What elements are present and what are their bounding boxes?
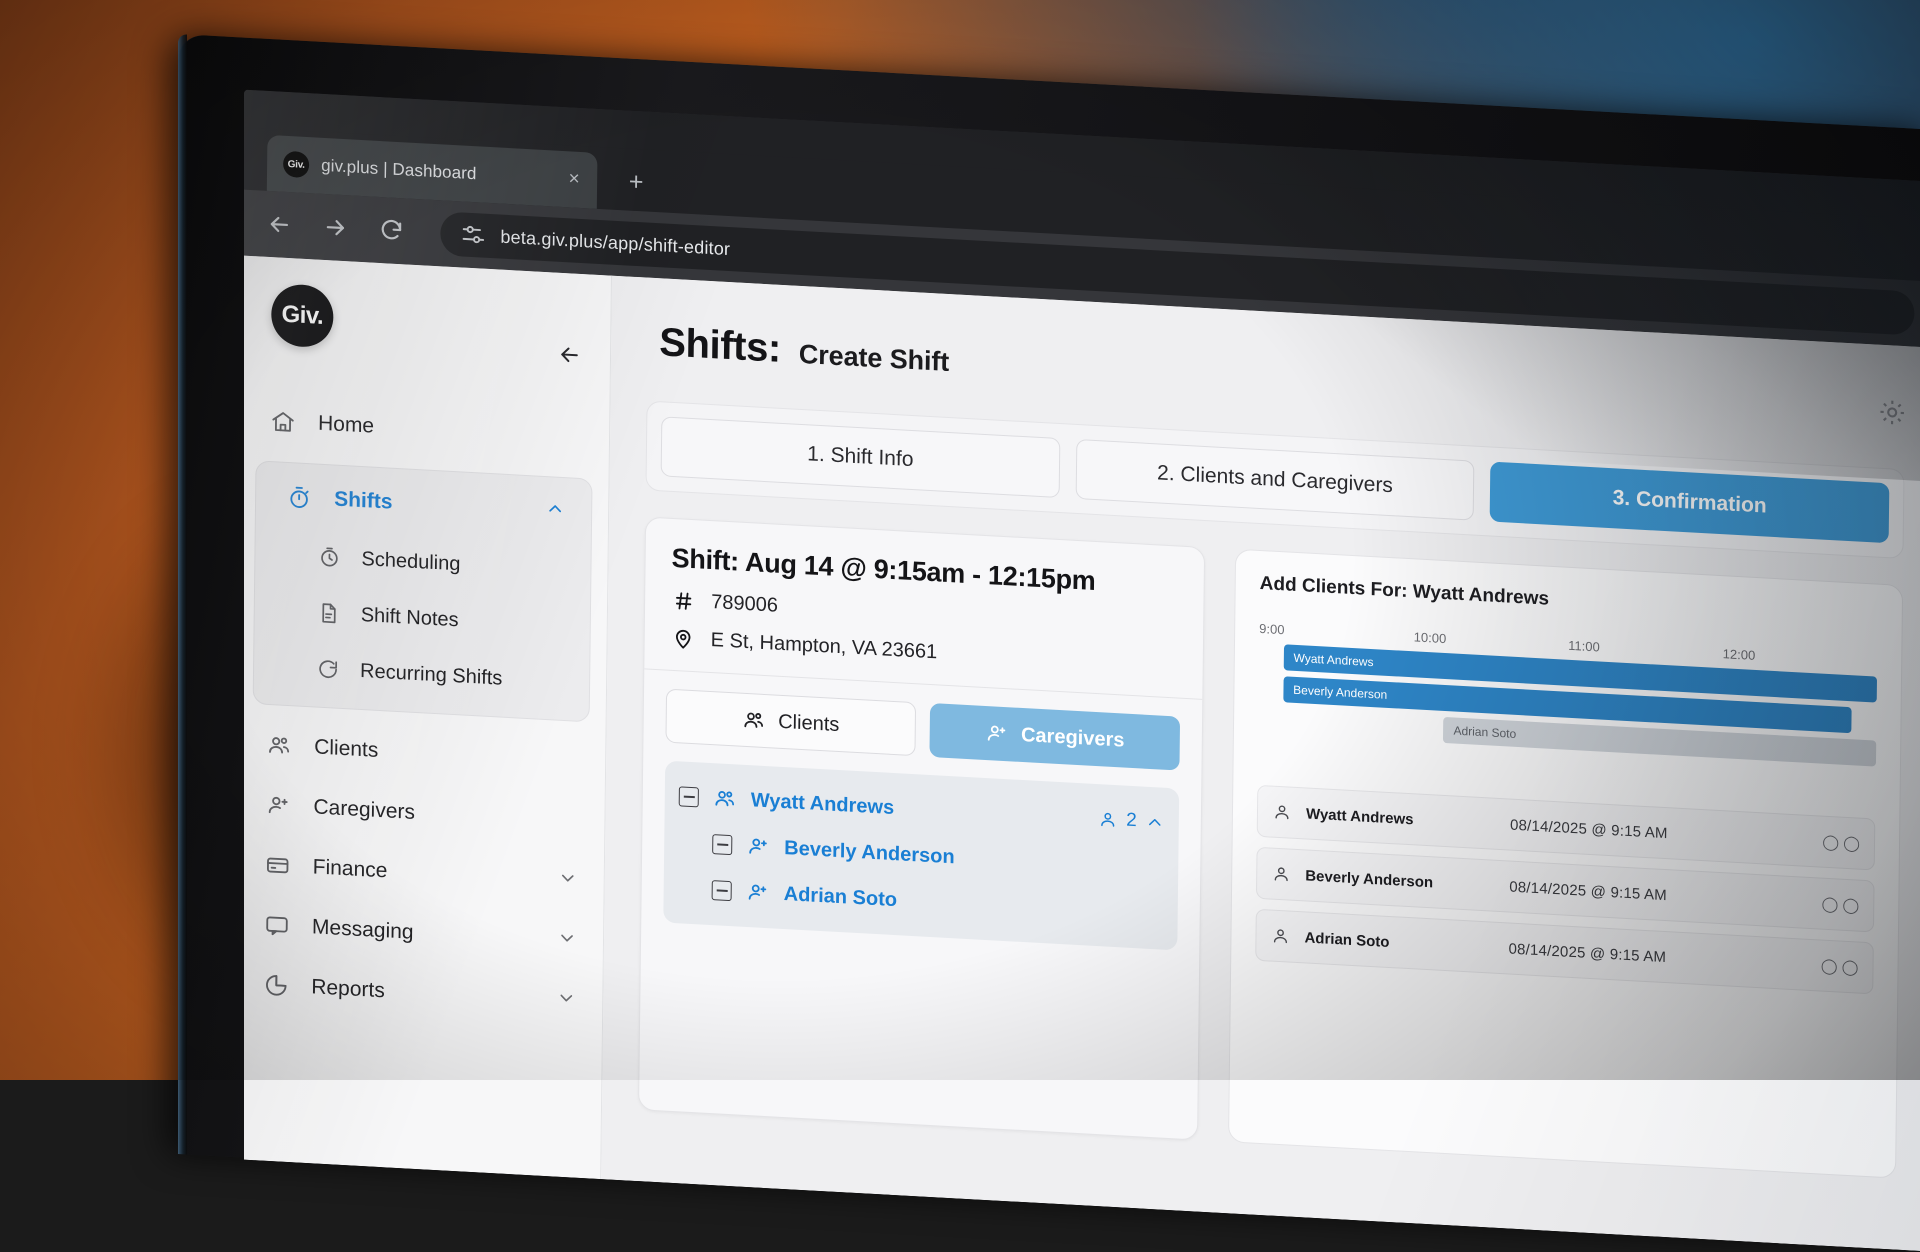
toggle-caregivers-button[interactable]: Caregivers [929, 703, 1180, 771]
add-clients-title: Add Clients For: Wyatt Andrews [1260, 573, 1878, 629]
chat-icon [264, 912, 290, 939]
sidebar-item-label: Caregivers [313, 795, 415, 825]
sidebar-item-label: Reports [311, 975, 385, 1003]
refresh-icon [316, 657, 340, 682]
list-item-name: Adrian Soto [1304, 929, 1494, 956]
toggle-clients-label: Clients [778, 710, 839, 736]
chevron-down-icon[interactable] [557, 928, 577, 955]
list-item-name: Wyatt Andrews [1306, 805, 1496, 832]
list-item-name: Beverly Anderson [1305, 867, 1495, 894]
tab-confirmation[interactable]: 3. Confirmation [1490, 462, 1889, 544]
person-add-icon [746, 880, 770, 905]
row-actions[interactable]: ◯ ◯ [1822, 833, 1860, 853]
tune-icon[interactable] [460, 221, 486, 248]
document-icon [317, 601, 341, 626]
tree-row-name: Beverly Anderson [784, 837, 955, 869]
shift-location-value: E St, Hampton, VA 23661 [711, 629, 938, 664]
add-clients-panel: Add Clients For: Wyatt Andrews 9:00 10:0… [1228, 549, 1903, 1179]
stopwatch-icon [286, 484, 312, 511]
chevron-down-icon[interactable] [558, 868, 578, 895]
axis-tick: 12:00 [1723, 646, 1878, 669]
url-text: beta.giv.plus/app/shift-editor [500, 226, 730, 260]
reload-icon[interactable] [376, 215, 406, 247]
shift-id-value: 789006 [711, 591, 778, 618]
tab-title: giv.plus | Dashboard [321, 156, 477, 184]
home-icon [270, 408, 296, 435]
app-logo[interactable]: Giv. [271, 283, 334, 348]
person-add-icon [985, 721, 1009, 746]
content-row: Shift: Aug 14 @ 9:15am - 12:15pm 789006 [602, 489, 1920, 1181]
tree-row-name: Adrian Soto [784, 883, 898, 912]
sidebar-item-label: Clients [314, 735, 378, 762]
sidebar-nav: Home Shifts [244, 389, 609, 1033]
person-icon [1098, 809, 1118, 830]
sidebar-subitem-label: Scheduling [361, 548, 460, 576]
person-icon [1272, 802, 1292, 823]
sidebar-item-label: Home [318, 412, 374, 439]
chevron-down-icon[interactable] [556, 988, 576, 1015]
tree-row-meta: 2 [1098, 808, 1165, 834]
toggle-clients-button[interactable]: Clients [665, 689, 916, 757]
list-item-time: 08/14/2025 @ 9:15 AM [1508, 940, 1666, 966]
page-title-primary: Shifts: [659, 320, 781, 372]
row-actions[interactable]: ◯ ◯ [1821, 895, 1859, 915]
list-item-time: 08/14/2025 @ 9:15 AM [1509, 878, 1667, 904]
arrow-left-icon[interactable] [264, 209, 294, 241]
caregiver-tree: Wyatt Andrews 2 [663, 761, 1179, 951]
pie-chart-icon [263, 972, 289, 999]
card-icon [265, 852, 291, 879]
sidebar: Giv. Home [244, 255, 612, 1179]
collapse-toggle-icon[interactable] [712, 880, 732, 901]
people-icon [713, 786, 737, 811]
sidebar-subitem-label: Recurring Shifts [360, 659, 503, 690]
tab-clients-and-caregivers[interactable]: 2. Clients and Caregivers [1075, 439, 1474, 521]
availability-timeline: 9:00 10:00 11:00 12:00 Wyatt Andrews Bev… [1257, 621, 1877, 805]
sidebar-item-label: Shifts [334, 488, 393, 515]
close-icon[interactable]: × [563, 168, 585, 191]
tab-shift-info[interactable]: 1. Shift Info [661, 416, 1060, 498]
axis-tick: 10:00 [1414, 629, 1569, 652]
sidebar-collapse-button[interactable] [554, 339, 584, 371]
person-add-icon [746, 834, 770, 859]
people-icon [742, 708, 766, 733]
person-icon [1270, 926, 1290, 947]
sidebar-item-home[interactable]: Home [244, 389, 609, 469]
tree-row-count: 2 [1126, 810, 1137, 833]
gear-icon[interactable] [1877, 397, 1907, 429]
collapse-toggle-icon[interactable] [679, 786, 699, 807]
sidebar-subitem-label: Shift Notes [361, 603, 459, 631]
sidebar-group-shifts: Shifts Scheduling [253, 460, 593, 722]
sidebar-item-label: Messaging [312, 915, 414, 945]
tree-row-name: Wyatt Andrews [751, 789, 895, 820]
sidebar-item-label: Finance [313, 855, 388, 883]
shift-summary-card: Shift: Aug 14 @ 9:15am - 12:15pm 789006 [638, 516, 1205, 1140]
chevron-up-icon[interactable] [1145, 812, 1165, 833]
monitor-edge-highlight [178, 34, 187, 1154]
axis-tick: 11:00 [1568, 638, 1723, 661]
tab-favicon: Giv. [283, 151, 309, 178]
monitor-screen: Giv. giv.plus | Dashboard × + beta.giv.p… [244, 90, 1920, 1252]
collapse-toggle-icon[interactable] [712, 834, 732, 855]
monitor-device: Giv. giv.plus | Dashboard × + beta.giv.p… [178, 34, 1920, 1250]
main-content: Shifts: Create Shift 1. Shift Info 2. Cl… [601, 276, 1920, 1252]
map-pin-icon [671, 626, 695, 651]
chevron-up-icon[interactable] [545, 498, 565, 525]
app-viewport: Giv. Home [244, 255, 1920, 1251]
clock-icon [317, 545, 341, 570]
people-icon [266, 732, 292, 759]
axis-tick: 9:00 [1259, 621, 1414, 644]
toggle-caregivers-label: Caregivers [1021, 723, 1125, 752]
shift-card-header: Shift: Aug 14 @ 9:15am - 12:15pm 789006 [644, 518, 1204, 699]
person-icon [1271, 864, 1291, 885]
new-tab-icon[interactable]: + [621, 166, 651, 198]
list-item-time: 08/14/2025 @ 9:15 AM [1510, 816, 1668, 842]
hash-icon [671, 588, 695, 613]
arrow-right-icon[interactable] [320, 212, 350, 244]
client-rows: Wyatt Andrews 08/14/2025 @ 9:15 AM ◯ ◯ B… [1255, 785, 1875, 995]
row-actions[interactable]: ◯ ◯ [1821, 957, 1859, 977]
person-add-icon [265, 792, 291, 819]
page-title-secondary: Create Shift [799, 339, 950, 378]
